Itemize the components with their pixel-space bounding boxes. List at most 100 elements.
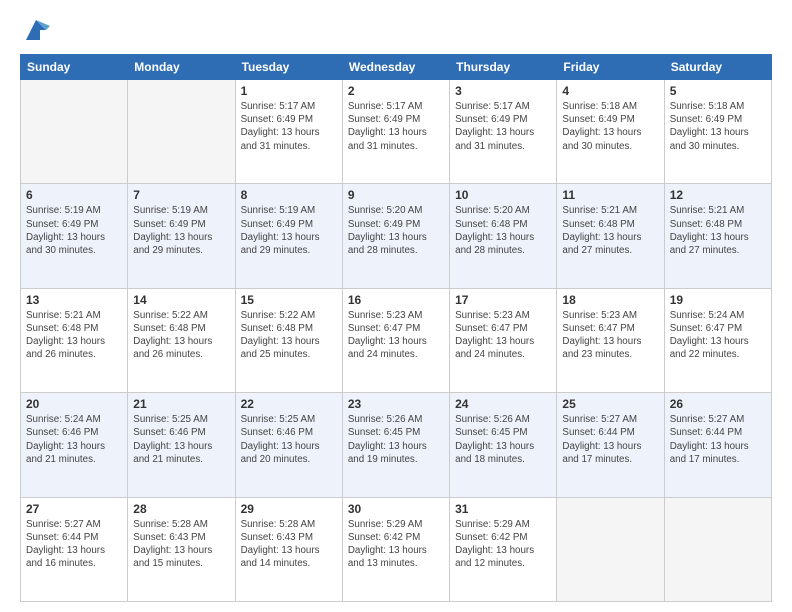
day-detail: Sunrise: 5:19 AMSunset: 6:49 PMDaylight:…	[241, 204, 337, 257]
day-detail: Sunrise: 5:27 AMSunset: 6:44 PMDaylight:…	[670, 413, 766, 466]
calendar-week-5: 27 Sunrise: 5:27 AMSunset: 6:44 PMDayligh…	[21, 497, 772, 601]
calendar-header-row: SundayMondayTuesdayWednesdayThursdayFrid…	[21, 55, 772, 80]
day-detail: Sunrise: 5:23 AMSunset: 6:47 PMDaylight:…	[455, 309, 551, 362]
day-detail: Sunrise: 5:29 AMSunset: 6:42 PMDaylight:…	[455, 518, 551, 571]
day-detail: Sunrise: 5:27 AMSunset: 6:44 PMDaylight:…	[562, 413, 658, 466]
day-detail: Sunrise: 5:24 AMSunset: 6:47 PMDaylight:…	[670, 309, 766, 362]
calendar-week-3: 13 Sunrise: 5:21 AMSunset: 6:48 PMDayligh…	[21, 288, 772, 392]
day-number: 11	[562, 188, 658, 202]
day-detail: Sunrise: 5:20 AMSunset: 6:49 PMDaylight:…	[348, 204, 444, 257]
calendar-cell: 6Sunrise: 5:19 AMSunset: 6:49 PMDaylight…	[21, 184, 128, 288]
calendar-cell: 8 Sunrise: 5:19 AMSunset: 6:49 PMDaylight…	[235, 184, 342, 288]
day-detail: Sunrise: 5:25 AMSunset: 6:46 PMDaylight:…	[241, 413, 337, 466]
day-number: 23	[348, 397, 444, 411]
day-number: 26	[670, 397, 766, 411]
day-detail: Sunrise: 5:24 AMSunset: 6:46 PMDaylight:…	[26, 413, 122, 466]
day-number: 14	[133, 293, 229, 307]
calendar-cell: 27 Sunrise: 5:27 AMSunset: 6:44 PMDayligh…	[21, 497, 128, 601]
calendar-cell: 10 Sunrise: 5:20 AMSunset: 6:48 PMDayligh…	[450, 184, 557, 288]
day-number: 30	[348, 502, 444, 516]
calendar-week-4: 20 Sunrise: 5:24 AMSunset: 6:46 PMDayligh…	[21, 393, 772, 497]
calendar-cell: 4 Sunrise: 5:18 AMSunset: 6:49 PMDaylight…	[557, 80, 664, 184]
calendar-cell: 3 Sunrise: 5:17 AMSunset: 6:49 PMDaylight…	[450, 80, 557, 184]
calendar-week-1: 1 Sunrise: 5:17 AMSunset: 6:49 PMDaylight…	[21, 80, 772, 184]
calendar-cell: 31 Sunrise: 5:29 AMSunset: 6:42 PMDayligh…	[450, 497, 557, 601]
day-detail: Sunrise: 5:29 AMSunset: 6:42 PMDaylight:…	[348, 518, 444, 571]
calendar-cell: 25 Sunrise: 5:27 AMSunset: 6:44 PMDayligh…	[557, 393, 664, 497]
day-detail: Sunrise: 5:18 AMSunset: 6:49 PMDaylight:…	[670, 100, 766, 153]
calendar-cell: 30 Sunrise: 5:29 AMSunset: 6:42 PMDayligh…	[342, 497, 449, 601]
calendar-cell: 24 Sunrise: 5:26 AMSunset: 6:45 PMDayligh…	[450, 393, 557, 497]
day-detail: Sunrise: 5:22 AMSunset: 6:48 PMDaylight:…	[241, 309, 337, 362]
calendar-cell	[128, 80, 235, 184]
day-detail: Sunrise: 5:22 AMSunset: 6:48 PMDaylight:…	[133, 309, 229, 362]
day-number: 15	[241, 293, 337, 307]
calendar-cell: 11 Sunrise: 5:21 AMSunset: 6:48 PMDayligh…	[557, 184, 664, 288]
day-detail: Sunrise: 5:28 AMSunset: 6:43 PMDaylight:…	[133, 518, 229, 571]
day-number: 29	[241, 502, 337, 516]
calendar-cell: 29Sunrise: 5:28 AMSunset: 6:43 PMDayligh…	[235, 497, 342, 601]
calendar-week-2: 6Sunrise: 5:19 AMSunset: 6:49 PMDaylight…	[21, 184, 772, 288]
calendar-cell: 26 Sunrise: 5:27 AMSunset: 6:44 PMDayligh…	[664, 393, 771, 497]
day-number: 22	[241, 397, 337, 411]
calendar-cell: 9Sunrise: 5:20 AMSunset: 6:49 PMDaylight…	[342, 184, 449, 288]
day-number: 2	[348, 84, 444, 98]
day-number: 25	[562, 397, 658, 411]
day-number: 27	[26, 502, 122, 516]
day-number: 1	[241, 84, 337, 98]
calendar-cell: 19 Sunrise: 5:24 AMSunset: 6:47 PMDayligh…	[664, 288, 771, 392]
day-number: 31	[455, 502, 551, 516]
logo	[20, 16, 50, 44]
day-number: 28	[133, 502, 229, 516]
day-detail: Sunrise: 5:21 AMSunset: 6:48 PMDaylight:…	[670, 204, 766, 257]
day-number: 10	[455, 188, 551, 202]
day-detail: Sunrise: 5:21 AMSunset: 6:48 PMDaylight:…	[26, 309, 122, 362]
logo-icon	[22, 16, 50, 44]
day-number: 19	[670, 293, 766, 307]
day-number: 12	[670, 188, 766, 202]
calendar-header-wednesday: Wednesday	[342, 55, 449, 80]
calendar-cell: 28 Sunrise: 5:28 AMSunset: 6:43 PMDayligh…	[128, 497, 235, 601]
day-detail: Sunrise: 5:25 AMSunset: 6:46 PMDaylight:…	[133, 413, 229, 466]
calendar-cell: 17 Sunrise: 5:23 AMSunset: 6:47 PMDayligh…	[450, 288, 557, 392]
calendar-cell: 22 Sunrise: 5:25 AMSunset: 6:46 PMDayligh…	[235, 393, 342, 497]
calendar-header-monday: Monday	[128, 55, 235, 80]
calendar-header-friday: Friday	[557, 55, 664, 80]
day-number: 4	[562, 84, 658, 98]
calendar-header-tuesday: Tuesday	[235, 55, 342, 80]
calendar-cell: 1Sunrise: 5:17 AMSunset: 6:49 PMDaylight…	[235, 80, 342, 184]
calendar-cell	[664, 497, 771, 601]
calendar-cell: 14 Sunrise: 5:22 AMSunset: 6:48 PMDayligh…	[128, 288, 235, 392]
day-number: 17	[455, 293, 551, 307]
day-number: 18	[562, 293, 658, 307]
header	[20, 16, 772, 44]
day-detail: Sunrise: 5:19 AMSunset: 6:49 PMDaylight:…	[26, 204, 122, 257]
day-number: 7	[133, 188, 229, 202]
day-number: 21	[133, 397, 229, 411]
day-number: 20	[26, 397, 122, 411]
calendar-cell: 5 Sunrise: 5:18 AMSunset: 6:49 PMDaylight…	[664, 80, 771, 184]
day-number: 3	[455, 84, 551, 98]
calendar-cell: 12 Sunrise: 5:21 AMSunset: 6:48 PMDayligh…	[664, 184, 771, 288]
calendar-header-thursday: Thursday	[450, 55, 557, 80]
calendar-cell: 13 Sunrise: 5:21 AMSunset: 6:48 PMDayligh…	[21, 288, 128, 392]
day-detail: Sunrise: 5:26 AMSunset: 6:45 PMDaylight:…	[455, 413, 551, 466]
day-detail: Sunrise: 5:18 AMSunset: 6:49 PMDaylight:…	[562, 100, 658, 153]
day-number: 8	[241, 188, 337, 202]
day-number: 13	[26, 293, 122, 307]
day-detail: Sunrise: 5:23 AMSunset: 6:47 PMDaylight:…	[562, 309, 658, 362]
page: SundayMondayTuesdayWednesdayThursdayFrid…	[0, 0, 792, 612]
day-number: 24	[455, 397, 551, 411]
day-detail: Sunrise: 5:17 AMSunset: 6:49 PMDaylight:…	[455, 100, 551, 153]
day-number: 5	[670, 84, 766, 98]
day-detail: Sunrise: 5:17 AMSunset: 6:49 PMDaylight:…	[348, 100, 444, 153]
calendar-cell: 2 Sunrise: 5:17 AMSunset: 6:49 PMDaylight…	[342, 80, 449, 184]
calendar-cell: 23Sunrise: 5:26 AMSunset: 6:45 PMDayligh…	[342, 393, 449, 497]
day-detail: Sunrise: 5:21 AMSunset: 6:48 PMDaylight:…	[562, 204, 658, 257]
day-detail: Sunrise: 5:20 AMSunset: 6:48 PMDaylight:…	[455, 204, 551, 257]
calendar-cell: 21 Sunrise: 5:25 AMSunset: 6:46 PMDayligh…	[128, 393, 235, 497]
calendar-cell	[21, 80, 128, 184]
day-detail: Sunrise: 5:27 AMSunset: 6:44 PMDaylight:…	[26, 518, 122, 571]
calendar-cell: 18 Sunrise: 5:23 AMSunset: 6:47 PMDayligh…	[557, 288, 664, 392]
day-detail: Sunrise: 5:19 AMSunset: 6:49 PMDaylight:…	[133, 204, 229, 257]
